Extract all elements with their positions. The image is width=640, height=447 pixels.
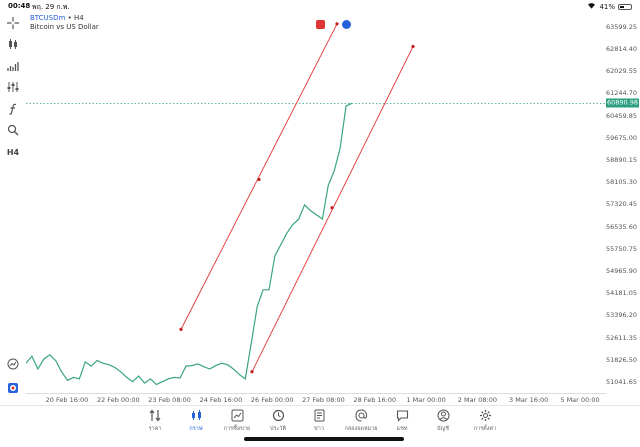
candlestick-icon[interactable] [5, 37, 21, 51]
sell-marker-icon[interactable] [316, 20, 325, 29]
price-tick-label: 53396.20 [605, 311, 637, 320]
time-tick-label: 27 Feb 08:00 [302, 396, 345, 404]
nav-label: ราคา [148, 426, 162, 432]
time-tick-label: 1 Mar 00:00 [406, 396, 446, 404]
nav-label: บัญชี [437, 426, 449, 432]
battery-percent: 41% [599, 2, 615, 11]
time-tick-label: 2 Mar 08:00 [457, 396, 498, 404]
trend-line-handle [250, 370, 254, 374]
time-tick-label: 5 Mar 00:00 [560, 396, 600, 404]
nav-item[interactable]: ประวัติ [256, 409, 300, 433]
home-indicator [244, 437, 404, 441]
chart-toolbar: H4 [0, 13, 26, 405]
wifi-icon [587, 2, 596, 11]
nav-label: แชท [396, 426, 408, 432]
h4-timeframe[interactable]: H4 [5, 145, 21, 159]
nav-label: กล่องจดหมาย [344, 426, 378, 432]
status-bar: 00:48 พฤ. 29 ก.พ. 41% [0, 0, 640, 13]
battery-icon [618, 3, 632, 10]
time-tick-label: 3 Mar 16:00 [509, 396, 549, 404]
trend-line-handle [335, 22, 339, 26]
time-tick-label: 24 Feb 16:00 [199, 396, 243, 404]
account-icon [437, 409, 449, 422]
price-tick-label: 62814.40 [605, 44, 637, 53]
price-tick-label: 58105.30 [605, 178, 637, 187]
price-axis: 60890.98 63599.25 62814.40 62029.55 61244.7… [606, 14, 640, 393]
nav-item[interactable]: การตั้งค่า [463, 409, 507, 433]
nav-item[interactable]: กราฟ [174, 409, 218, 433]
time-axis: 20 Feb 16:00 22 Feb 00:00 23 Feb 08:00 24 F… [26, 393, 606, 405]
news-icon [314, 409, 324, 422]
status-indicators: 41% [587, 2, 632, 11]
time-tick-label: 28 Feb 16:00 [353, 396, 397, 404]
price-tick-label: 51826.50 [605, 355, 637, 364]
price-tick-label: 55750.75 [605, 244, 637, 253]
price-tick-label: 60459.85 [605, 111, 637, 120]
current-price-tag: 60890.98 [606, 98, 639, 108]
buy-marker-icon[interactable] [342, 20, 351, 29]
nav-item[interactable]: แชท [380, 409, 424, 433]
battery-fill [620, 5, 625, 8]
settings-sliders-icon[interactable] [5, 80, 21, 94]
price-series-line [26, 102, 353, 386]
price-tick-label: 54181.05 [605, 289, 637, 298]
nav-label: การตั้งค่า [473, 426, 497, 432]
settings-icon [479, 410, 491, 421]
status-date: พฤ. 29 ก.พ. [32, 3, 70, 11]
time-tick-label: 26 Feb 00:00 [250, 396, 294, 404]
mailbox-icon [354, 409, 367, 422]
price-tick-label: 54965.90 [605, 266, 637, 275]
price-tick-label: 57320.45 [605, 200, 637, 209]
price-tick-label: 63599.25 [605, 22, 637, 31]
nav-item[interactable]: กล่องจดหมาย [339, 409, 383, 433]
nav-label: ประวัติ [269, 426, 287, 432]
chat-icon [396, 410, 408, 422]
time-tick-label: 23 Feb 08:00 [148, 396, 191, 404]
crosshair-icon[interactable] [5, 16, 21, 30]
price-tick-label: 61244.70 [605, 89, 637, 98]
trend-line [180, 23, 338, 330]
quotes-icon [149, 409, 160, 422]
signal-icon[interactable] [5, 381, 21, 395]
price-tick-label: 62029.55 [605, 67, 637, 76]
price-chart-svg[interactable] [26, 14, 606, 393]
function-icon[interactable] [5, 102, 21, 116]
timeframe-label: H4 [6, 147, 20, 157]
indicators-icon[interactable] [5, 59, 21, 73]
time-tick-label: 22 Feb 00:00 [96, 396, 140, 404]
nav-item[interactable]: ราคา [133, 409, 177, 433]
price-tick-label: 56535.60 [605, 222, 637, 231]
trend-line-handle [179, 327, 183, 331]
trade-icon [231, 409, 243, 422]
objects-icon[interactable] [5, 123, 21, 137]
nav-item[interactable]: ข่าว [297, 409, 341, 433]
time-tick-label: 20 Feb 16:00 [45, 396, 89, 404]
nav-label: กราฟ [189, 426, 203, 432]
status-time: 00:48 [8, 2, 31, 10]
trend-analysis-icon[interactable] [5, 357, 21, 371]
trend-line-handle [411, 44, 415, 49]
nav-item[interactable]: การซื้อขาย [215, 409, 259, 433]
trend-line-handle [330, 206, 334, 210]
chart-icon [191, 410, 201, 420]
history-icon [272, 409, 284, 422]
nav-item[interactable]: บัญชี [421, 409, 465, 433]
trend-line-handle [257, 177, 261, 182]
price-tick-label: 58890.15 [605, 155, 637, 164]
nav-label: ข่าว [314, 426, 324, 432]
price-tick-label: 51041.65 [605, 377, 637, 386]
nav-label: การซื้อขาย [223, 426, 251, 432]
price-tick-label: 59675.00 [605, 133, 637, 142]
price-tick-label: 52611.35 [605, 333, 637, 342]
chart-canvas[interactable] [26, 14, 606, 393]
